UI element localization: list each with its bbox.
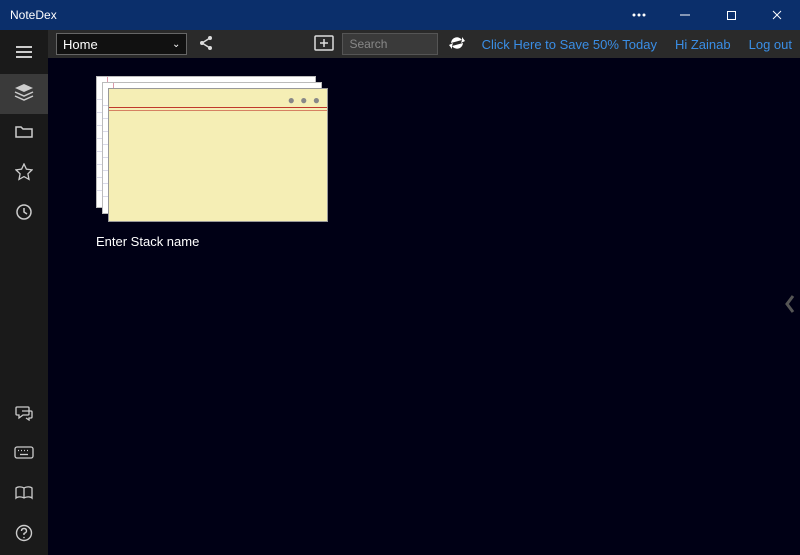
right-panel-toggle[interactable] [780, 287, 800, 327]
more-button[interactable] [616, 0, 662, 30]
promo-link[interactable]: Click Here to Save 50% Today [482, 37, 657, 52]
folder-icon [15, 124, 33, 144]
window-titlebar: NoteDex [0, 0, 800, 30]
location-dropdown[interactable]: Home ⌄ [56, 33, 187, 55]
app-title: NoteDex [10, 8, 57, 22]
hamburger-menu-button[interactable] [0, 30, 48, 74]
main-content: ● ● ● Enter Stack name [48, 58, 800, 555]
logout-link[interactable]: Log out [749, 37, 792, 52]
toolbar-right-group: Click Here to Save 50% Today Hi Zainab L… [482, 37, 792, 52]
sidebar-item-folders[interactable] [0, 114, 48, 154]
stack-name-placeholder[interactable]: Enter Stack name [96, 234, 328, 249]
share-icon [198, 35, 214, 54]
sidebar-item-chat[interactable] [0, 395, 48, 435]
card-dots-icon: ● ● ● [288, 93, 321, 107]
sidebar-item-book[interactable] [0, 475, 48, 515]
help-icon [15, 524, 33, 547]
stack-thumbnail: ● ● ● [96, 76, 328, 224]
toolbar: Home ⌄ Click Here to Save 50% Today Hi Z… [48, 30, 800, 58]
sync-icon [448, 35, 466, 54]
clock-icon [15, 203, 33, 226]
share-button[interactable] [195, 33, 216, 55]
chevron-left-icon [784, 294, 796, 319]
user-greeting[interactable]: Hi Zainab [675, 37, 731, 52]
chevron-down-icon: ⌄ [172, 39, 180, 50]
sidebar [0, 30, 48, 555]
keyboard-icon [14, 446, 34, 464]
sidebar-item-favorites[interactable] [0, 154, 48, 194]
search-input[interactable] [342, 33, 438, 55]
star-icon [15, 163, 33, 186]
sidebar-item-keyboard[interactable] [0, 435, 48, 475]
chat-icon [15, 405, 33, 426]
close-button[interactable] [754, 0, 800, 30]
card-front: ● ● ● [108, 88, 328, 222]
sidebar-item-recent[interactable] [0, 194, 48, 234]
stacks-icon [14, 83, 34, 106]
stack-tile[interactable]: ● ● ● Enter Stack name [96, 76, 328, 249]
location-dropdown-label: Home [63, 37, 98, 52]
minimize-button[interactable] [662, 0, 708, 30]
maximize-button[interactable] [708, 0, 754, 30]
sidebar-item-help[interactable] [0, 515, 48, 555]
add-card-icon [314, 35, 334, 54]
book-icon [15, 486, 33, 505]
add-card-button[interactable] [313, 33, 334, 55]
sidebar-item-stacks[interactable] [0, 74, 48, 114]
sync-button[interactable] [446, 33, 467, 55]
